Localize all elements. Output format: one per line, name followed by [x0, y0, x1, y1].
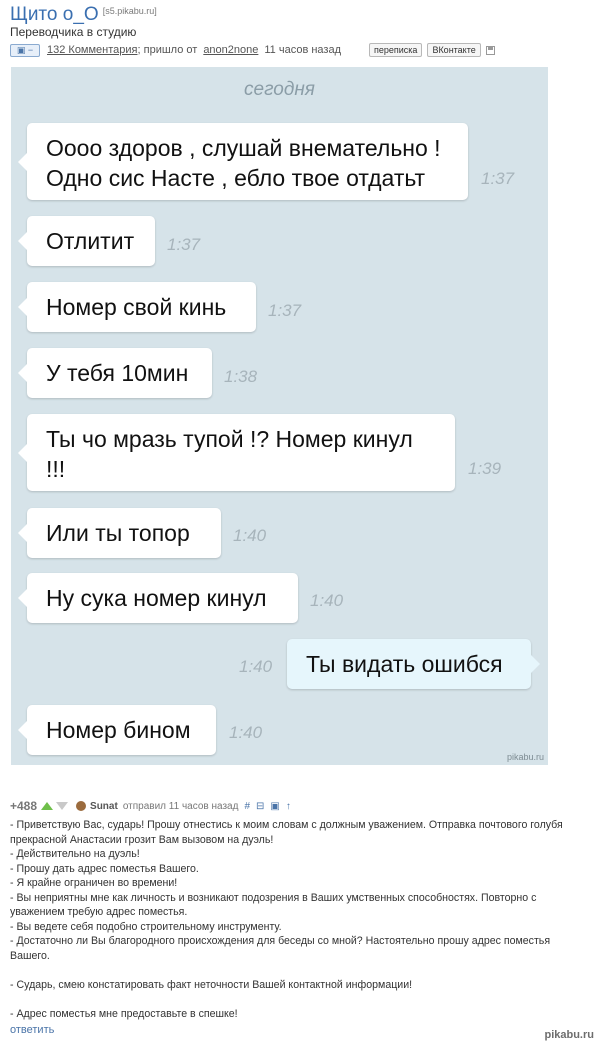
message-bubble: Ты чо мразь тупой !? Номер кинул !!!	[18, 414, 455, 491]
message-text: Ты чо мразь тупой !? Номер кинул !!!	[46, 426, 413, 482]
message-bubble: Отлитит	[18, 216, 155, 266]
comment-blank-line	[10, 992, 582, 1007]
comment-posted: отправил 11 часов назад	[122, 800, 239, 812]
message-time: 1:37	[481, 169, 515, 188]
post-host: [s5.pikabu.ru]	[102, 6, 157, 16]
message-button[interactable]: переписка	[369, 43, 423, 57]
message-time: 1:40	[239, 657, 273, 676]
save-icon[interactable]	[485, 45, 495, 55]
post-meta: ▣ − 132 Комментария ; пришло от anon2non…	[10, 42, 495, 58]
vk-share-button[interactable]: ВКонтакте	[427, 43, 481, 57]
permalink-icon[interactable]: #	[244, 801, 250, 812]
message-time: 1:40	[310, 591, 344, 610]
comment-line: - Сударь, смею констатировать факт неточ…	[10, 978, 413, 991]
message-time: 1:39	[468, 459, 502, 478]
message-bubble-outgoing: Ты видать ошибся	[287, 639, 540, 689]
vote-down-icon[interactable]	[56, 802, 69, 810]
message-time: 1:40	[229, 723, 263, 742]
comment-line: - Вы ведете себя подобно строительному и…	[10, 920, 282, 933]
message-text: Ну сука номер кинул	[46, 585, 267, 611]
message-time: 1:40	[233, 526, 267, 545]
footer-watermark: pikabu.ru	[544, 1029, 594, 1041]
post-title[interactable]: Щито о_О [s5.pikabu.ru]	[10, 4, 157, 26]
reply-link[interactable]: ответить	[10, 1024, 54, 1036]
message-bubble: Оооо здоров , слушай внемательно ! Одно …	[18, 123, 468, 200]
author-link[interactable]: anon2none	[203, 44, 258, 56]
meta-sent-by: ; пришло от	[137, 44, 198, 56]
post-title-text[interactable]: Щито о_О	[10, 4, 99, 25]
message-bubble: Номер свой кинь	[18, 282, 256, 332]
parent-arrow-icon[interactable]: ↑	[286, 801, 291, 812]
message-bubble: Номер бином	[18, 705, 216, 755]
comment-line: - Я крайне ограничен во времени!	[10, 877, 178, 889]
save-comment-icon[interactable]: ▣	[270, 801, 279, 812]
message-bubble: Или ты топор	[18, 508, 221, 558]
comment-line: - Приветствую Вас, сударь! Прошу отнести…	[10, 819, 566, 846]
comment-line: - Прошу дать адрес поместья Вашего.	[10, 862, 199, 875]
message-text: Отлитит	[46, 228, 135, 254]
comments-link[interactable]: 132 Комментария	[47, 44, 138, 56]
comment-blank-line	[10, 963, 582, 978]
message-bubble: У тебя 10мин	[18, 348, 212, 398]
message-text: Номер бином	[46, 717, 191, 743]
comment-rating: +488	[10, 799, 38, 813]
vote-up-icon[interactable]	[41, 802, 54, 810]
message-time: 1:37	[268, 301, 302, 320]
post-time: 11 часов назад	[264, 44, 341, 56]
message-time: 1:37	[167, 235, 201, 254]
message-text: У тебя 10мин	[46, 360, 189, 386]
camera-icon[interactable]: ▣ −	[10, 43, 40, 57]
chat-screenshot: сегодня Оооо здоров , слушай внемательно…	[11, 67, 548, 765]
comment-body: - Приветствую Вас, сударь! Прошу отнести…	[10, 818, 582, 1021]
message-time: 1:38	[224, 367, 258, 386]
comment-author[interactable]: Sunat	[90, 801, 118, 812]
comment-header: +488 Sunat отправил 11 часов назад # ⊟ ▣…	[10, 799, 291, 813]
message-bubble: Ну сука номер кинул	[18, 573, 298, 623]
comment-line: - Адрес поместья мне предоставьте в спеш…	[10, 1007, 238, 1020]
collapse-icon[interactable]: ⊟	[256, 801, 264, 812]
image-watermark: pikabu.ru	[506, 752, 544, 762]
comment-line: - Действительно на дуэль!	[10, 848, 140, 860]
comment-line: - Вы неприятны мне как личность и возник…	[10, 891, 540, 919]
avatar	[76, 801, 87, 811]
message-text: Номер свой кинь	[46, 294, 227, 320]
message-text: Оооо здоров , слушай внемательно ! Одно …	[46, 135, 441, 191]
message-text: Или ты топор	[46, 520, 190, 546]
message-text: Ты видать ошибся	[306, 651, 503, 677]
comment-line: - Достаточно ли Вы благородного происхож…	[10, 935, 554, 962]
post-subtitle: Переводчика в студию	[10, 25, 137, 39]
day-label: сегодня	[244, 79, 315, 100]
